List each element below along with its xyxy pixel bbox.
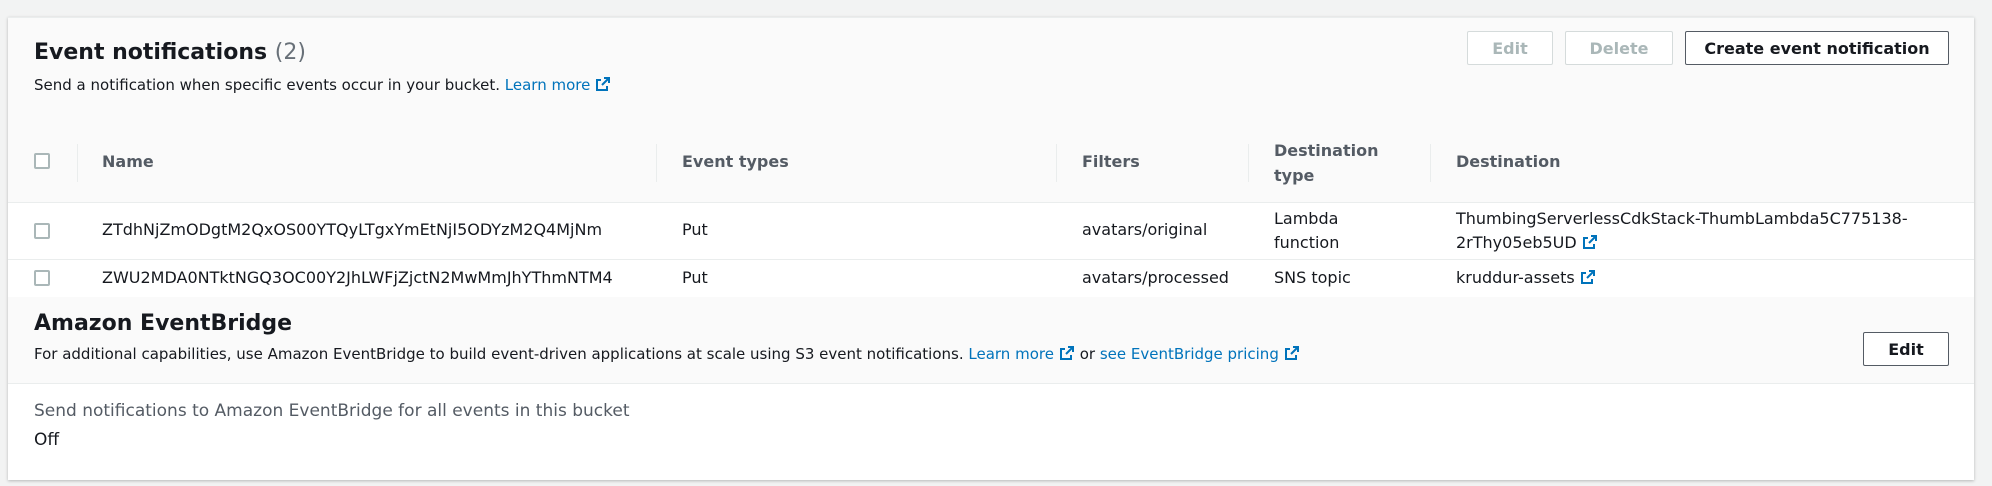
column-divider <box>1430 144 1431 182</box>
eventbridge-learn-more-link[interactable]: Learn more <box>968 345 1075 363</box>
notification-destination-type: SNS topic <box>1274 268 1351 287</box>
column-header-destination-type-line2: type <box>1274 166 1315 185</box>
destination-line1: ThumbingServerlessCdkStack-ThumbLambda5C… <box>1456 209 1908 228</box>
learn-more-label: Learn more <box>504 76 591 94</box>
column-divider <box>1056 144 1057 182</box>
column-header-destination[interactable]: Destination <box>1456 152 1561 171</box>
column-header-filters[interactable]: Filters <box>1082 152 1140 171</box>
notification-event-types: Put <box>682 220 708 239</box>
eventbridge-or-text: or <box>1079 345 1096 363</box>
event-notifications-count: (2) <box>274 40 306 65</box>
notification-destination-link[interactable]: ThumbingServerlessCdkStack-ThumbLambda5C… <box>1456 207 1908 255</box>
column-header-destination-type[interactable]: Destination type <box>1274 138 1379 188</box>
external-link-icon <box>596 77 611 91</box>
notification-filters: avatars/processed <box>1082 268 1229 287</box>
eventbridge-title: Amazon EventBridge <box>34 311 293 336</box>
eventbridge-description-text: For additional capabilities, use Amazon … <box>34 345 964 363</box>
eventbridge-description: For additional capabilities, use Amazon … <box>34 345 1300 363</box>
destination-line2: 2rThy05eb5UD <box>1456 233 1577 252</box>
column-divider <box>77 144 78 182</box>
eventbridge-header: Amazon EventBridge For additional capabi… <box>8 297 1974 384</box>
external-link-icon <box>1580 270 1595 284</box>
event-notifications-title: Event notifications (2) <box>34 40 306 65</box>
notification-destination-type: Lambda function <box>1274 207 1339 255</box>
table-row: ZWU2MDA0NTktNGQ3OC00Y2JhLWFjZjctN2MwMmJh… <box>8 260 1974 298</box>
external-link-icon <box>1059 346 1074 360</box>
notification-destination-link[interactable]: kruddur-assets <box>1456 268 1596 287</box>
learn-more-link[interactable]: Learn more <box>505 76 612 94</box>
eventbridge-pricing-label: see EventBridge pricing <box>1099 345 1279 363</box>
notification-event-types: Put <box>682 268 708 287</box>
external-link-icon <box>1582 235 1597 249</box>
row-checkbox[interactable] <box>34 223 50 239</box>
bucket-properties-panel: Event notifications (2) Send a notificat… <box>8 17 1974 480</box>
table-row: ZTdhNjZmODgtM2QxOS00YTQyLTgxYmEtNjI5ODYz… <box>8 203 1974 260</box>
eventbridge-setting-value: Off <box>34 430 60 450</box>
event-notifications-header: Event notifications (2) Send a notificat… <box>8 18 1974 125</box>
destination-type-line1: Lambda <box>1274 209 1339 228</box>
destination-text: kruddur-assets <box>1456 268 1575 287</box>
eventbridge-pricing-link[interactable]: see EventBridge pricing <box>1100 345 1300 363</box>
select-all-checkbox[interactable] <box>34 153 50 169</box>
eventbridge-edit-button[interactable]: Edit <box>1863 332 1949 366</box>
edit-button[interactable]: Edit <box>1467 31 1553 65</box>
notification-filters: avatars/original <box>1082 220 1208 239</box>
table-header: Name Event types Filters Destination typ… <box>8 124 1974 203</box>
column-header-name[interactable]: Name <box>102 152 154 171</box>
external-link-icon <box>1284 346 1299 360</box>
notification-name: ZTdhNjZmODgtM2QxOS00YTQyLTgxYmEtNjI5ODYz… <box>102 220 603 239</box>
column-header-event-types[interactable]: Event types <box>682 152 789 171</box>
row-checkbox[interactable] <box>34 270 50 286</box>
column-divider <box>1248 144 1249 182</box>
column-header-destination-type-line1: Destination <box>1274 141 1379 160</box>
delete-button[interactable]: Delete <box>1565 31 1673 65</box>
create-event-notification-button[interactable]: Create event notification <box>1685 31 1949 65</box>
notification-name: ZWU2MDA0NTktNGQ3OC00Y2JhLWFjZjctN2MwMmJh… <box>102 268 613 287</box>
event-notifications-description: Send a notification when specific events… <box>34 76 611 94</box>
event-notifications-description-text: Send a notification when specific events… <box>34 76 501 94</box>
eventbridge-learn-more-label: Learn more <box>968 345 1054 363</box>
event-notifications-title-text: Event notifications <box>34 40 268 65</box>
destination-type-line2: function <box>1274 233 1340 252</box>
eventbridge-setting-label: Send notifications to Amazon EventBridge… <box>34 401 630 421</box>
destination-line2-wrap: 2rThy05eb5UD <box>1456 231 1908 255</box>
column-divider <box>656 144 657 182</box>
